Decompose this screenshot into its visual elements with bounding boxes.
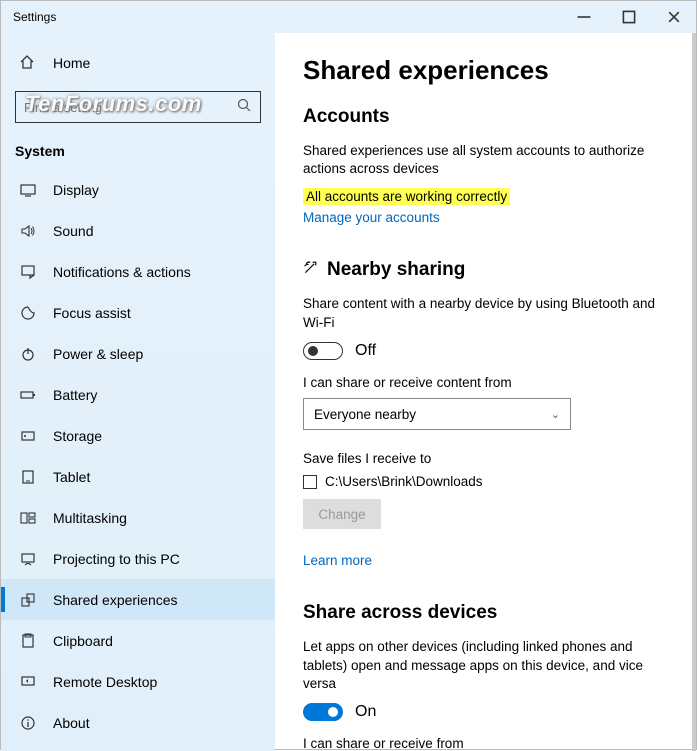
sidebar-item-label: Power & sleep [53,346,143,362]
sidebar-item-label: Tablet [53,469,90,485]
main-content: Shared experiences Accounts Shared exper… [275,33,696,751]
sidebar-item-clipboard[interactable]: Clipboard [1,620,275,661]
save-to-label: Save files I receive to [303,450,668,468]
home-label: Home [53,55,90,71]
multitasking-icon [19,510,37,526]
projecting-icon [19,551,37,567]
sidebar-item-notifications[interactable]: Notifications & actions [1,251,275,292]
receive-label: I can share or receive from [303,735,668,751]
search-icon [236,97,252,118]
window-title: Settings [13,10,56,24]
sidebar-item-label: Projecting to this PC [53,551,180,567]
sidebar-item-sound[interactable]: Sound [1,210,275,251]
folder-icon [303,475,317,489]
manage-accounts-link[interactable]: Manage your accounts [303,210,440,225]
power-icon [19,346,37,362]
sidebar-item-storage[interactable]: Storage [1,415,275,456]
share-from-select[interactable]: Everyone nearby ⌄ [303,398,571,430]
sidebar-item-about[interactable]: About [1,702,275,743]
sound-icon [19,223,37,239]
across-heading: Share across devices [303,602,668,624]
display-icon [19,182,37,198]
sidebar-item-battery[interactable]: Battery [1,374,275,415]
share-from-value: Everyone nearby [314,407,416,422]
sidebar-item-label: About [53,715,90,731]
across-toggle[interactable] [303,703,343,721]
sidebar-item-tablet[interactable]: Tablet [1,456,275,497]
accounts-status: All accounts are working correctly [303,188,510,205]
sidebar-item-power[interactable]: Power & sleep [1,333,275,374]
sidebar-item-label: Shared experiences [53,592,178,608]
maximize-button[interactable] [606,1,651,33]
sidebar-item-label: Battery [53,387,97,403]
clipboard-icon [19,633,37,649]
nearby-desc: Share content with a nearby device by us… [303,295,668,331]
sidebar-item-focus[interactable]: Focus assist [1,292,275,333]
sidebar-item-label: Notifications & actions [53,264,191,280]
sidebar-item-label: Remote Desktop [53,674,157,690]
minimize-button[interactable] [561,1,606,33]
shared-icon [19,592,37,608]
change-button[interactable]: Change [303,499,381,529]
home-icon [19,54,37,73]
chevron-down-icon: ⌄ [551,408,560,421]
nearby-share-icon [303,259,319,281]
nearby-toggle-label: Off [355,342,376,360]
storage-icon [19,428,37,444]
search-input[interactable] [24,100,236,115]
sidebar-item-label: Storage [53,428,102,444]
learn-more-link[interactable]: Learn more [303,553,372,568]
remote-icon [19,674,37,690]
accounts-heading: Accounts [303,106,668,128]
about-icon [19,715,37,731]
nearby-toggle[interactable] [303,342,343,360]
title-bar: Settings [1,1,696,33]
close-button[interactable] [651,1,696,33]
sidebar: Home TenForums.com System Display Sound … [1,33,275,751]
share-from-label: I can share or receive content from [303,374,668,392]
scrollbar[interactable] [692,33,696,751]
sidebar-item-label: Display [53,182,99,198]
home-nav[interactable]: Home [1,43,275,83]
focus-icon [19,305,37,321]
save-path: C:\Users\Brink\Downloads [325,474,483,489]
sidebar-item-label: Focus assist [53,305,131,321]
sidebar-item-projecting[interactable]: Projecting to this PC [1,538,275,579]
tablet-icon [19,469,37,485]
nearby-heading: Nearby sharing [303,259,668,281]
battery-icon [19,387,37,403]
across-desc: Let apps on other devices (including lin… [303,638,668,693]
sidebar-item-label: Clipboard [53,633,113,649]
sidebar-item-label: Multitasking [53,510,127,526]
sidebar-item-multitasking[interactable]: Multitasking [1,497,275,538]
sidebar-item-display[interactable]: Display [1,169,275,210]
sidebar-item-remote-desktop[interactable]: Remote Desktop [1,661,275,702]
sidebar-item-label: Sound [53,223,93,239]
search-box[interactable] [15,91,261,123]
category-heading: System [1,129,275,169]
notifications-icon [19,264,37,280]
across-toggle-label: On [355,703,376,721]
sidebar-item-shared-experiences[interactable]: Shared experiences [1,579,275,620]
accounts-desc: Shared experiences use all system accoun… [303,142,668,178]
page-title: Shared experiences [303,55,668,86]
